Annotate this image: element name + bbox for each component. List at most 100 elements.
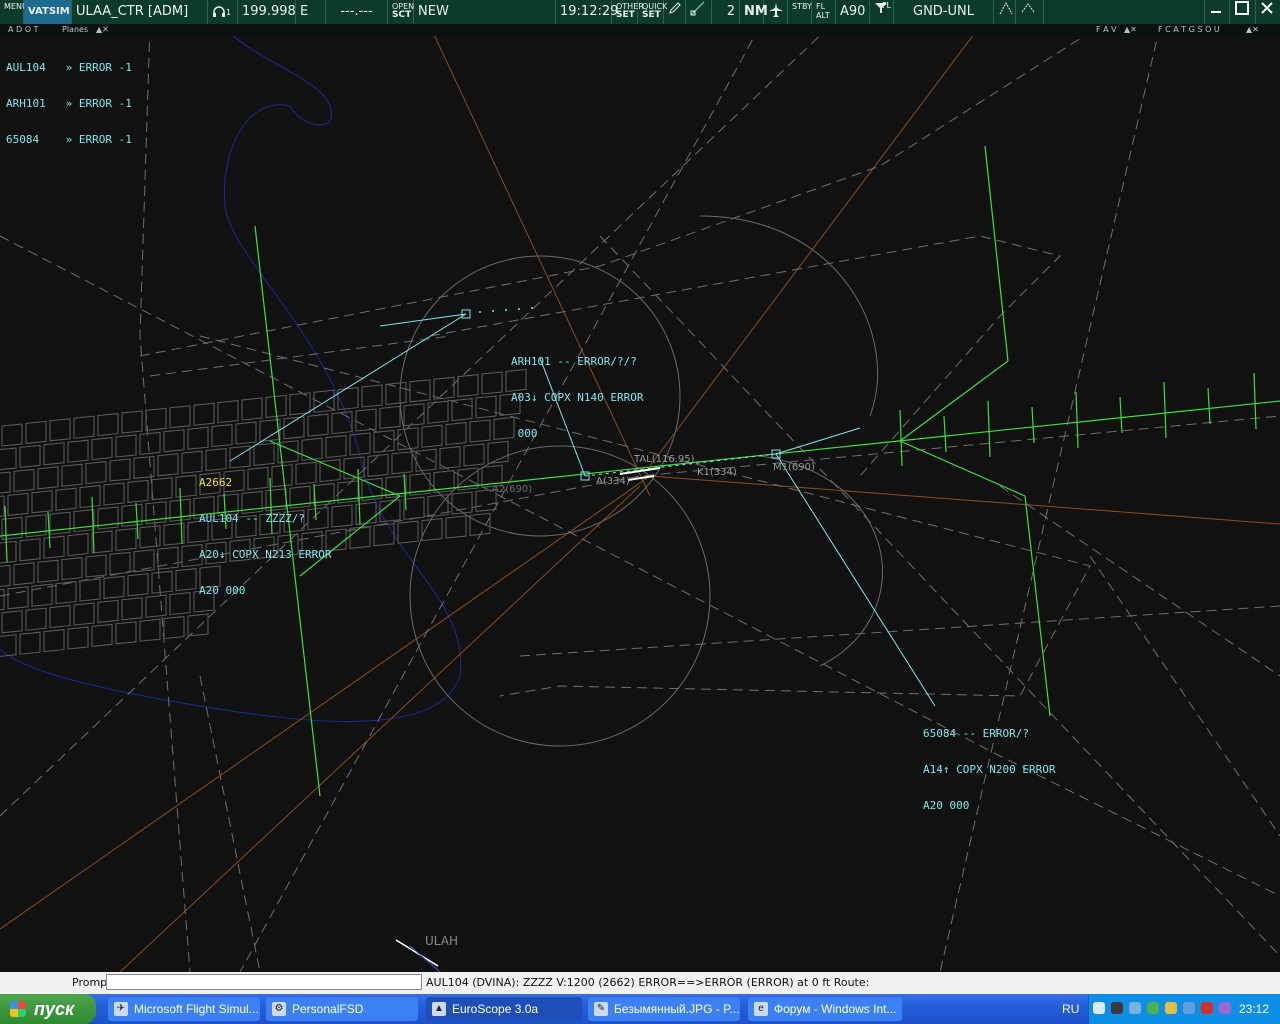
grid-cell: [55, 581, 77, 605]
nm-button[interactable]: NM: [740, 0, 768, 24]
datablock-65084[interactable]: 65084 -- ERROR/? A14↑ COPX N200 ERROR A2…: [923, 704, 1055, 824]
route-line: [649, 475, 1280, 525]
range-tick: [4, 505, 8, 563]
taskbar-item-euroscope[interactable]: ▲ EuroScope 3.0a: [426, 997, 582, 1021]
minimize-button[interactable]: [1204, 0, 1230, 24]
taskbar-item-personalfsd[interactable]: ⚙ PersonalFSD: [266, 997, 418, 1021]
planes-list-title[interactable]: Planes: [62, 24, 88, 36]
grid-cell: [397, 427, 419, 451]
grid-cell: [427, 400, 449, 424]
euroscope-toolbar: MENU VATSIM ULAA_CTR [ADM] 1 199.998 E -…: [0, 0, 1280, 24]
list-filter-letters[interactable]: A D O T: [8, 24, 38, 36]
callsign-field[interactable]: ULAA_CTR [ADM]: [72, 0, 208, 24]
tray-app-icon[interactable]: [1201, 1002, 1213, 1014]
grid-cell: [163, 429, 185, 453]
datablock-line: 65084 -- ERROR/?: [923, 727, 1029, 740]
airspace-line: [599, 235, 1280, 957]
alert-row[interactable]: 65084 » ERROR -1: [6, 134, 132, 146]
alert-row[interactable]: ARH101 » ERROR -1: [6, 98, 132, 110]
taskbar-item-flight-simulator[interactable]: ✈ Microsoft Flight Simul...: [108, 997, 260, 1021]
tray-app-icon[interactable]: [1129, 1002, 1141, 1014]
command-input[interactable]: [106, 974, 422, 990]
grid-cell: [121, 410, 143, 434]
quick-set-label: SET: [642, 10, 661, 20]
grid-cell: [103, 482, 125, 506]
pencil-icon[interactable]: [664, 0, 686, 24]
grid-cell: [0, 564, 11, 587]
grid-cell: [97, 413, 119, 437]
facility-field[interactable]: E: [296, 0, 326, 24]
grid-cell: [175, 474, 197, 498]
tray-arrow-icon[interactable]: [1093, 1002, 1105, 1014]
count-field[interactable]: 2: [712, 0, 740, 24]
grid-cell: [361, 384, 383, 408]
taskbar-item-browser[interactable]: e Форум - Windows Int...: [748, 997, 902, 1021]
grid-cell: [109, 551, 131, 575]
datablock-aul104[interactable]: A2662 AUL104 -- ZZZZ/? A20↓ COPX N213 ER…: [199, 453, 331, 609]
stby-button[interactable]: STBY: [788, 0, 812, 24]
grid-cell: [145, 407, 167, 431]
tray-app-icon[interactable]: [1183, 1002, 1195, 1014]
grid-cell: [217, 400, 239, 424]
radar-scope[interactable]: [0, 36, 1280, 972]
grid-cell: [67, 533, 89, 557]
altitude-filter[interactable]: GND-UNL: [894, 0, 994, 24]
right-list-arrow-icon-2[interactable]: ▲✕: [1246, 24, 1259, 36]
right-list-arrow-icon[interactable]: ▲✕: [1124, 24, 1137, 36]
start-button[interactable]: пуск: [0, 994, 96, 1024]
tray-app-icon[interactable]: [1147, 1002, 1159, 1014]
ie-icon: e: [754, 1002, 768, 1016]
grid-cell: [463, 443, 485, 467]
flightplan-summary: AUL104 (DVINA): ZZZZ V:1200 (2662) ERROR…: [426, 976, 870, 989]
compass-icon[interactable]: [1016, 0, 1044, 24]
quick-set-button[interactable]: QUICK SET: [638, 0, 667, 24]
filter-icon[interactable]: FL: [870, 0, 894, 24]
line-tool-icon[interactable]: [686, 0, 712, 24]
headset-icon[interactable]: 1: [208, 0, 238, 24]
map-tool-icon[interactable]: [994, 0, 1016, 24]
fix-label-tal: TAL(116.95): [634, 454, 695, 465]
range-tick: [943, 415, 947, 453]
grid-cell: [373, 429, 395, 453]
right-list-letters-2[interactable]: F C A T G S O U: [1158, 24, 1220, 36]
taskbar-item-label: Безымянный.JPG - P...: [614, 1002, 740, 1016]
stby-label: STBY: [792, 2, 812, 11]
airspace-line: [199, 675, 261, 972]
grid-cell: [403, 496, 425, 520]
grid-cell: [31, 490, 53, 514]
frequency-label: 199.998: [242, 4, 296, 19]
altimeter-ref[interactable]: A90: [836, 0, 870, 24]
language-indicator[interactable]: RU: [1062, 1002, 1079, 1016]
taskbar-item-paint[interactable]: ✎ Безымянный.JPG - P...: [588, 997, 740, 1021]
atis-field[interactable]: ---.---: [326, 0, 388, 24]
range-tick: [1163, 381, 1167, 439]
alert-text: » ERROR -1: [65, 61, 132, 74]
tray-app-icon[interactable]: [1111, 1002, 1123, 1014]
tray-app-icon[interactable]: [1219, 1002, 1231, 1014]
grid-cell: [61, 557, 83, 581]
fl-alt-button[interactable]: FL ALT: [812, 0, 836, 24]
range-tick: [1119, 396, 1123, 434]
open-sct-button[interactable]: OPEN SCT: [388, 0, 414, 24]
menu-button[interactable]: MENU: [0, 0, 28, 24]
other-set-button[interactable]: OTHER SET: [612, 0, 644, 24]
grid-cell: [67, 439, 89, 463]
tray-app-icon[interactable]: [1165, 1002, 1177, 1014]
maximize-button[interactable]: [1230, 0, 1256, 24]
sector-file-name[interactable]: NEW: [414, 0, 556, 24]
airspace-line: [939, 36, 1159, 972]
grid-cell: [13, 468, 35, 492]
grid-cell: [55, 487, 77, 511]
datablock-arh101[interactable]: ARH101 -- ERROR/?/? A03↓ COPX N140 ERROR…: [511, 332, 643, 452]
close-button[interactable]: [1256, 0, 1280, 24]
list-arrow-icon[interactable]: ▲✕: [96, 24, 109, 36]
alert-callsign: ARH101: [6, 97, 46, 110]
grid-cell: [1, 610, 23, 634]
right-list-letters-1[interactable]: F A V: [1096, 24, 1117, 36]
grid-cell: [379, 499, 401, 523]
alert-row[interactable]: AUL104 » ERROR -1: [6, 62, 132, 74]
plane-icon[interactable]: [764, 0, 788, 24]
primary-frequency[interactable]: 199.998: [238, 0, 296, 24]
grid-cell: [157, 453, 179, 477]
grid-cell: [211, 424, 233, 448]
